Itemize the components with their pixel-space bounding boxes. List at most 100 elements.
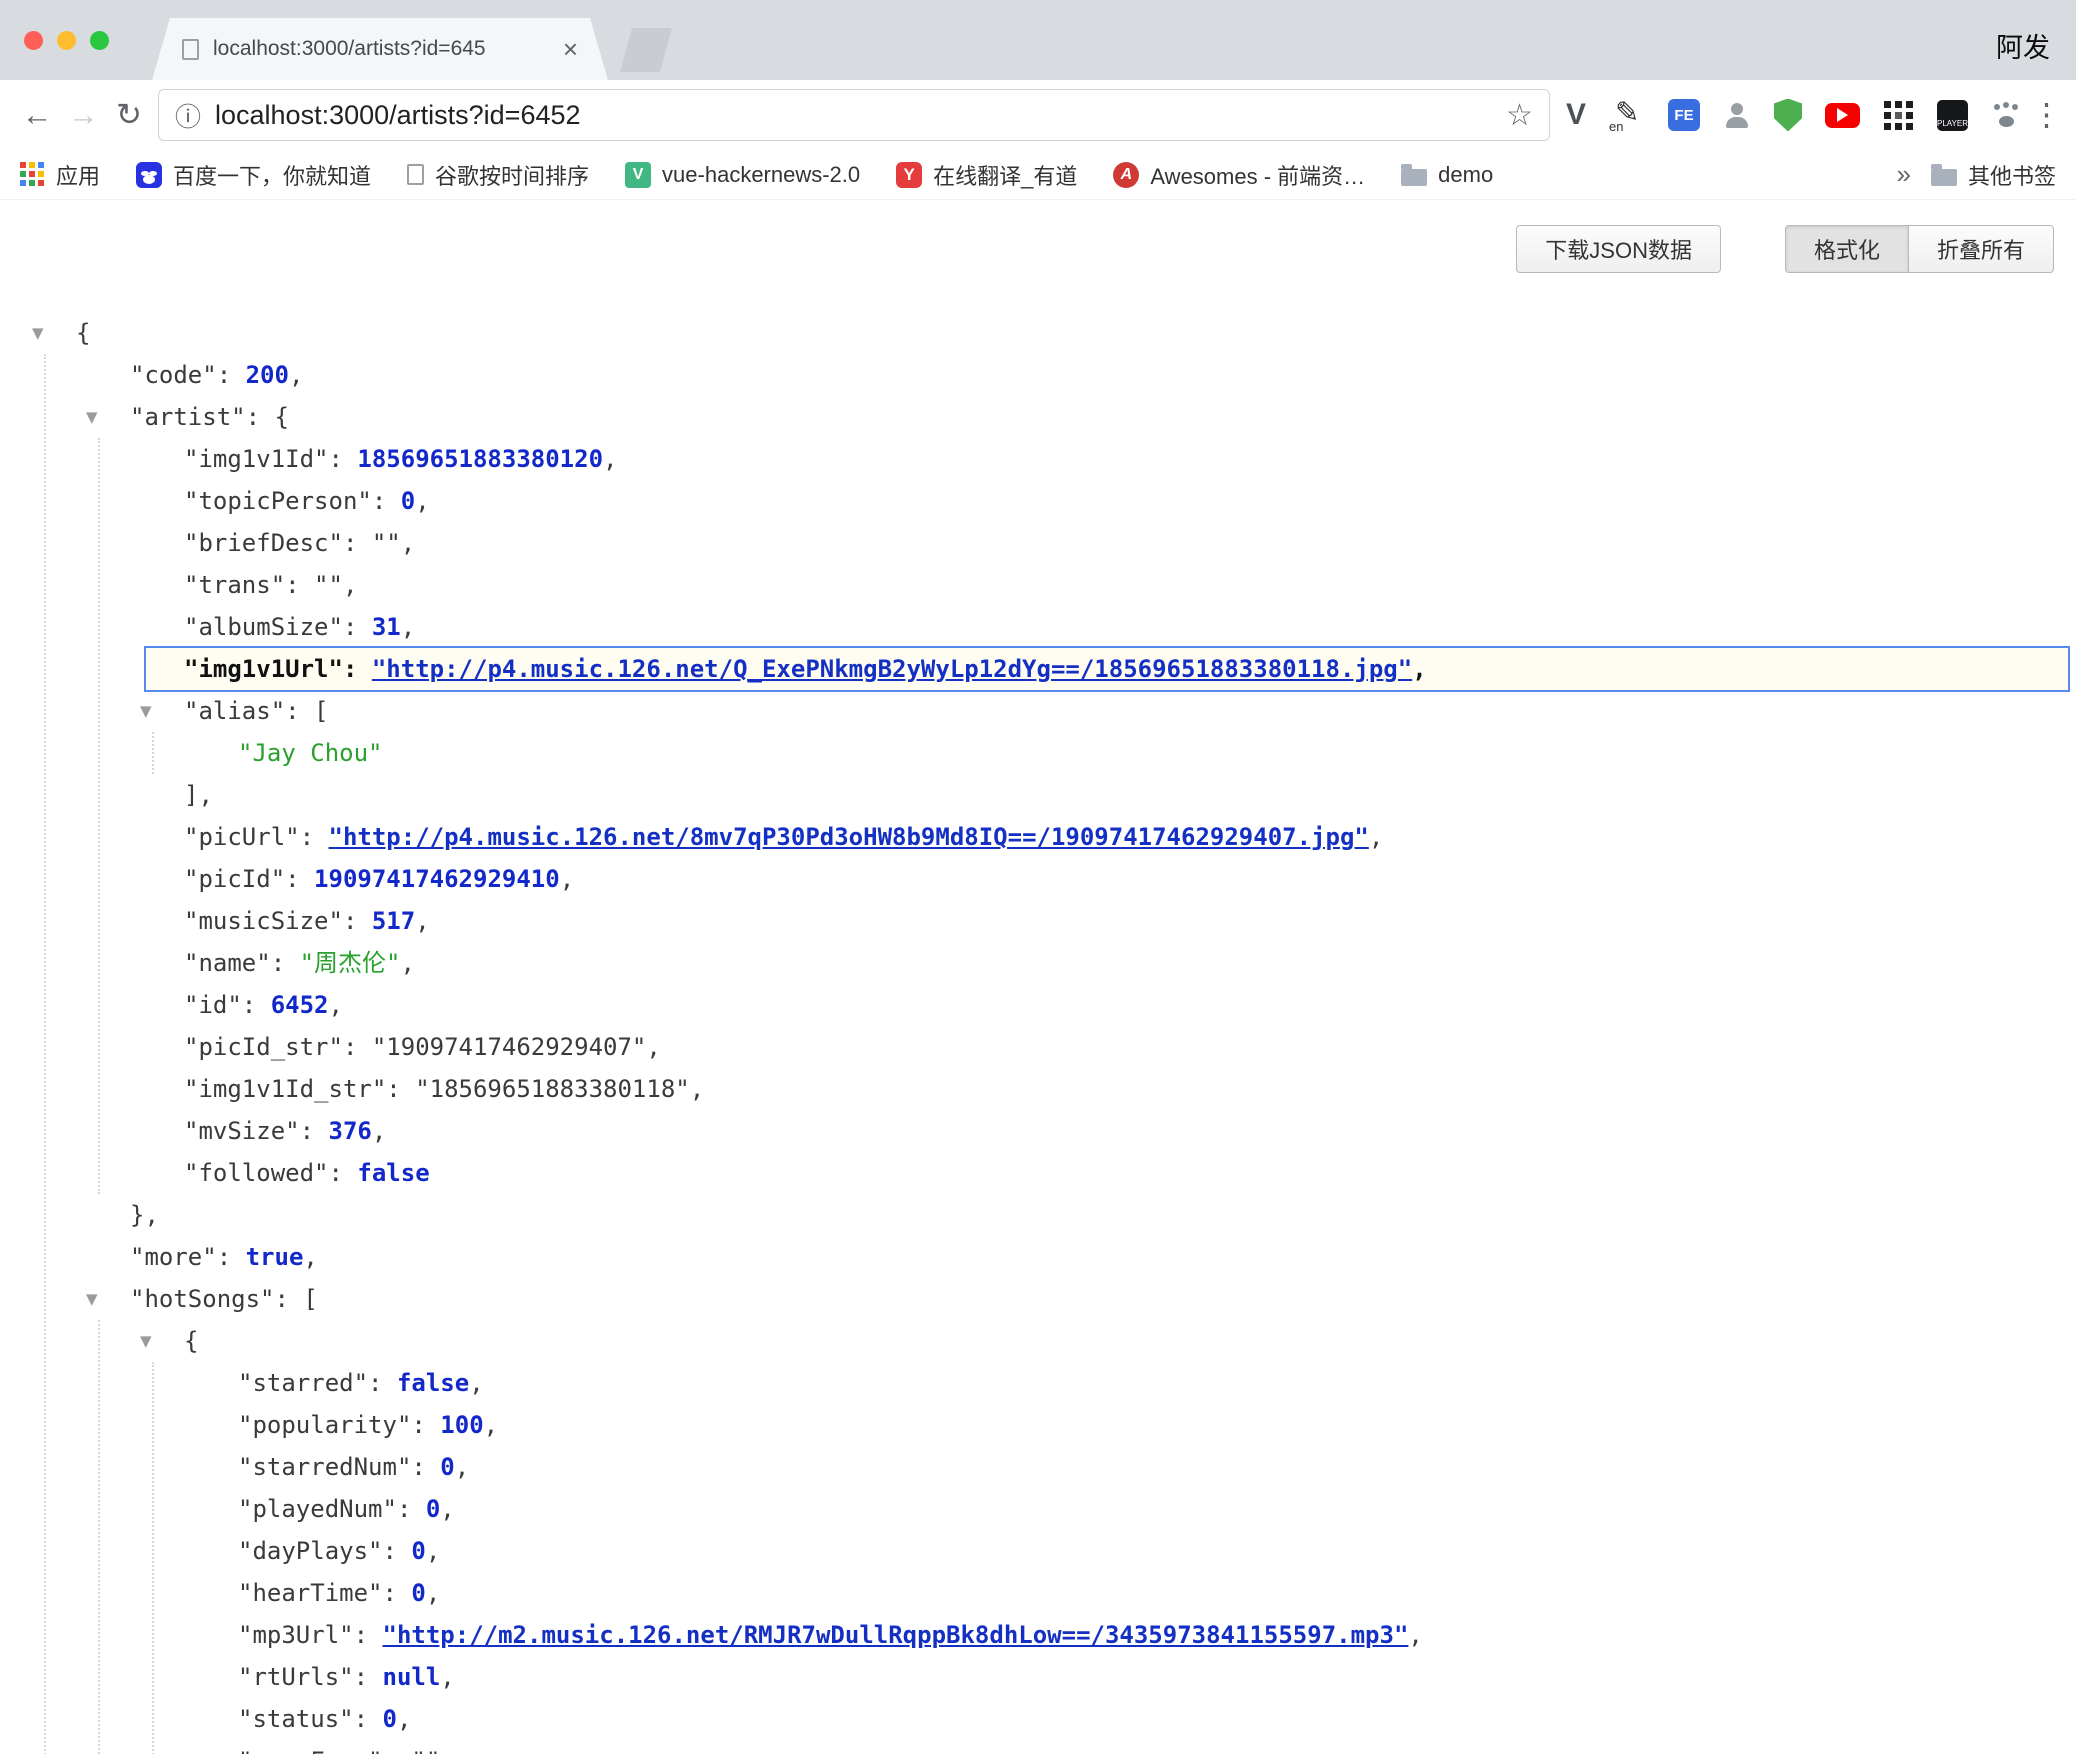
json-value: 0 xyxy=(411,1579,425,1607)
json-key: "rtUrls": xyxy=(238,1663,383,1691)
collapse-arrow-icon[interactable]: ▼ xyxy=(140,1320,152,1362)
page-icon xyxy=(407,164,424,185)
bookmark-demo-folder[interactable]: demo xyxy=(1401,162,1493,188)
json-value: 376 xyxy=(329,1117,372,1145)
minimize-window-button[interactable] xyxy=(57,31,76,50)
collapse-all-button[interactable]: 折叠所有 xyxy=(1908,225,2054,273)
collapse-arrow-icon[interactable]: ▼ xyxy=(86,1278,98,1320)
json-line-highlighted[interactable]: "img1v1Url": "http://p4.music.126.net/Q_… xyxy=(146,648,2068,690)
bookmark-label: 其他书签 xyxy=(1968,159,2056,191)
browser-menu-icon[interactable]: ⋮ xyxy=(2031,97,2062,133)
json-line: ▼ "alias": [ xyxy=(0,690,2076,732)
other-bookmarks-folder[interactable]: 其他书签 xyxy=(1931,159,2056,191)
json-punct: { xyxy=(184,1327,198,1355)
bookmark-youdao-translate[interactable]: Y 在线翻译_有道 xyxy=(896,159,1077,191)
json-line: "albumSize": 31, xyxy=(0,606,2076,648)
json-line: "mp3Url": "http://m2.music.126.net/RMJR7… xyxy=(0,1614,2076,1656)
qr-pattern xyxy=(1884,101,1891,108)
json-value: 0 xyxy=(411,1537,425,1565)
json-value: 0 xyxy=(426,1495,440,1523)
json-key: "artist": { xyxy=(130,403,289,431)
json-key: "status": xyxy=(238,1705,383,1733)
json-line: "popularity": 100, xyxy=(0,1404,2076,1446)
youtube-extension-icon[interactable] xyxy=(1825,103,1860,128)
json-key: "img1v1Url": xyxy=(184,655,372,683)
json-key: "topicPerson": xyxy=(184,487,401,515)
bookmark-star-icon[interactable]: ☆ xyxy=(1506,98,1533,133)
bookmark-label: vue-hackernews-2.0 xyxy=(662,162,860,188)
profile-name-button[interactable]: 阿发 xyxy=(1996,26,2050,65)
tab-close-icon[interactable]: × xyxy=(563,36,578,62)
fe-extension-icon[interactable]: FE xyxy=(1668,99,1700,131)
player-extension-icon[interactable]: PLAYER xyxy=(1937,100,1968,131)
page-info-icon[interactable]: ⓘ xyxy=(175,97,201,134)
json-line: }, xyxy=(0,1194,2076,1236)
shield-extension-icon[interactable] xyxy=(1774,99,1802,132)
bookmark-google-sort[interactable]: 谷歌按时间排序 xyxy=(407,159,589,191)
json-key: "popularity": xyxy=(238,1411,440,1439)
json-value: false xyxy=(397,1369,469,1397)
json-toolbar: 下载JSON数据 格式化 折叠所有 xyxy=(1516,225,2054,273)
picurl-link[interactable]: "http://p4.music.126.net/8mv7qP30Pd3oHW8… xyxy=(329,823,1369,851)
browser-tab[interactable]: localhost:3000/artists?id=645 × xyxy=(152,18,608,80)
collapse-arrow-icon[interactable]: ▼ xyxy=(140,690,152,732)
pen-en-label: en xyxy=(1609,119,1623,134)
vimium-extension-icon[interactable]: V xyxy=(1566,98,1586,132)
json-line: "copyFrom": "", xyxy=(0,1740,2076,1754)
mp3url-link[interactable]: "http://m2.music.126.net/RMJR7wDullRqppB… xyxy=(383,1621,1409,1649)
json-value: 0 xyxy=(440,1453,454,1481)
bookmark-awesomes[interactable]: A Awesomes - 前端资… xyxy=(1113,159,1365,191)
youdao-icon: Y xyxy=(896,162,922,188)
person-extension-icon[interactable] xyxy=(1723,101,1751,129)
json-line: "picId": 19097417462929410, xyxy=(0,858,2076,900)
bookmark-apps[interactable]: 应用 xyxy=(20,159,100,191)
url-text[interactable]: localhost:3000/artists?id=6452 xyxy=(215,100,1492,131)
json-line: "dayPlays": 0, xyxy=(0,1530,2076,1572)
json-key: "alias": [ xyxy=(184,697,329,725)
bookmarks-overflow-icon[interactable]: » xyxy=(1897,159,1911,190)
apps-grid-icon xyxy=(20,162,45,187)
bookmark-label: 谷歌按时间排序 xyxy=(435,159,589,191)
json-key: "albumSize": xyxy=(184,613,372,641)
json-line: ], xyxy=(0,774,2076,816)
bookmark-baidu[interactable]: 百度一下，你就知道 xyxy=(136,159,371,191)
new-tab-button[interactable] xyxy=(620,28,672,72)
collapse-arrow-icon[interactable]: ▼ xyxy=(86,396,98,438)
download-json-button[interactable]: 下载JSON数据 xyxy=(1516,225,1721,273)
reload-icon[interactable]: ↻ xyxy=(106,97,152,133)
json-key: "briefDesc": xyxy=(184,529,372,557)
close-window-button[interactable] xyxy=(24,31,43,50)
json-line: "trans": "", xyxy=(0,564,2076,606)
json-line: "followed": false xyxy=(0,1152,2076,1194)
back-icon[interactable]: ← xyxy=(14,97,60,133)
translate-pen-extension-icon[interactable]: ✎ en xyxy=(1609,97,1645,133)
json-value: "" xyxy=(372,529,401,557)
paw-extension-icon[interactable] xyxy=(1991,101,2021,129)
json-line: "hearTime": 0, xyxy=(0,1572,2076,1614)
bookmark-label: 在线翻译_有道 xyxy=(933,159,1077,191)
collapse-arrow-icon[interactable]: ▼ xyxy=(32,312,44,354)
qrcode-extension-icon[interactable] xyxy=(1883,100,1914,131)
bookmark-label: 百度一下，你就知道 xyxy=(173,159,371,191)
address-bar[interactable]: ⓘ localhost:3000/artists?id=6452 ☆ xyxy=(158,89,1550,141)
json-value: false xyxy=(357,1159,429,1187)
fullscreen-window-button[interactable] xyxy=(90,31,109,50)
json-value: 100 xyxy=(440,1411,483,1439)
json-key: "starredNum": xyxy=(238,1453,440,1481)
bookmark-vue-hackernews[interactable]: V vue-hackernews-2.0 xyxy=(625,162,860,188)
json-key: "musicSize": xyxy=(184,907,372,935)
img1v1url-link[interactable]: "http://p4.music.126.net/Q_ExePNkmgB2yWy… xyxy=(372,655,1412,683)
json-value: "周杰伦" xyxy=(300,949,401,977)
bookmarks-bar: 应用 百度一下，你就知道 谷歌按时间排序 V vue-hackernews-2.… xyxy=(0,150,2076,200)
json-line: "more": true, xyxy=(0,1236,2076,1278)
bookmark-label: demo xyxy=(1438,162,1493,188)
format-button[interactable]: 格式化 xyxy=(1785,225,1908,273)
vue-icon: V xyxy=(625,162,651,188)
json-line: "name": "周杰伦", xyxy=(0,942,2076,984)
json-key: "mp3Url": xyxy=(238,1621,383,1649)
json-key: "starred": xyxy=(238,1369,397,1397)
folder-icon xyxy=(1401,169,1427,186)
json-value: 6452 xyxy=(271,991,329,1019)
json-key: "img1v1Id": xyxy=(184,445,357,473)
json-key: "picUrl": xyxy=(184,823,329,851)
